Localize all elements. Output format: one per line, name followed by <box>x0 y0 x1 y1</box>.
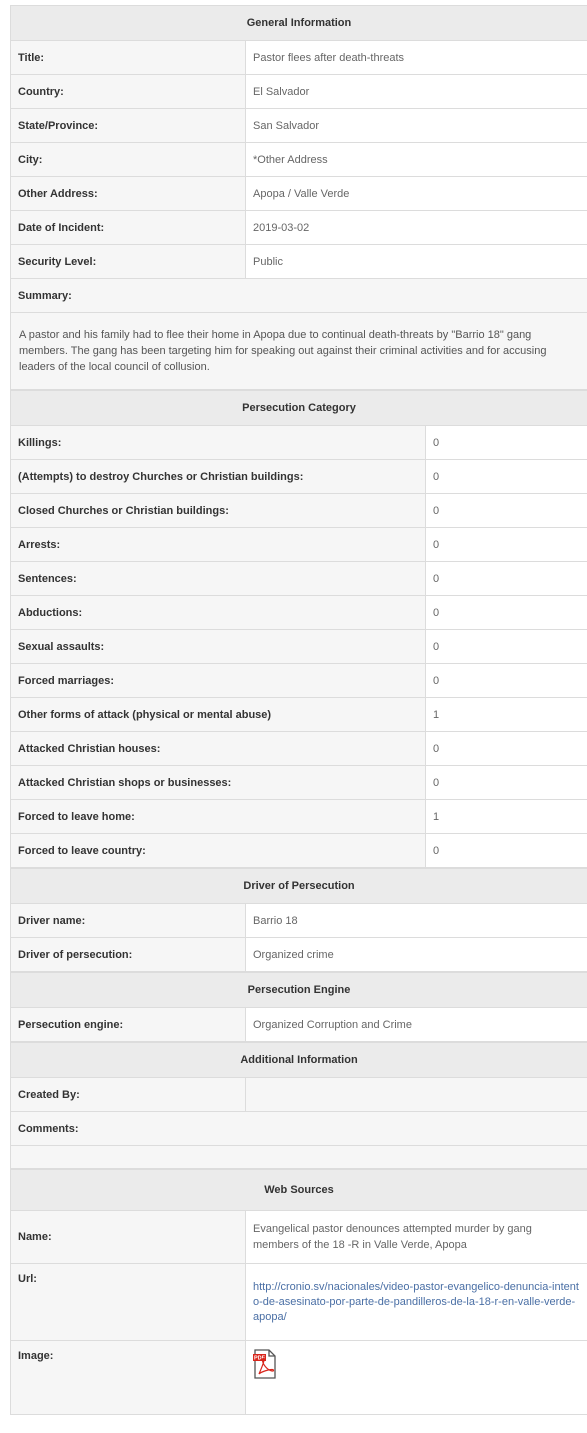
other-address-label: Other Address: <box>10 176 246 211</box>
persecution-category-table: Persecution Category Killings: 0 (Attempt… <box>9 390 587 868</box>
category-label: Other forms of attack (physical or menta… <box>10 697 426 732</box>
state-label: State/Province: <box>10 108 246 143</box>
summary-text: A pastor and his family had to flee thei… <box>10 312 587 390</box>
summary-label: Summary: <box>10 278 587 313</box>
category-label: Forced marriages: <box>10 663 426 698</box>
comments-label: Comments: <box>9 1111 587 1146</box>
engine-table: Persecution Engine Persecution engine: Or… <box>9 972 587 1042</box>
title-label: Title: <box>10 40 246 75</box>
country-value: El Salvador <box>245 74 587 109</box>
date-value: 2019-03-02 <box>245 210 587 245</box>
engine-header: Persecution Engine <box>9 972 587 1008</box>
image-label: Image: <box>10 1340 246 1415</box>
category-label: Sexual assaults: <box>10 629 426 664</box>
source-name-value: Evangelical pastor denounces attempted m… <box>245 1210 587 1264</box>
driver-of-persecution-value: Organized crime <box>244 937 587 972</box>
created-by-label: Created By: <box>10 1077 246 1112</box>
category-value: 0 <box>424 765 587 800</box>
driver-of-persecution-label: Driver of persecution: <box>10 937 246 972</box>
additional-table: Additional Information Created By: Comme… <box>9 1042 587 1169</box>
web-sources-header: Web Sources <box>10 1169 587 1211</box>
category-value: 0 <box>424 459 587 494</box>
general-information-table: General Information Title: Pastor flees a… <box>10 5 587 390</box>
date-label: Date of Incident: <box>10 210 246 245</box>
category-value: 1 <box>424 799 587 834</box>
category-label: Closed Churches or Christian buildings: <box>10 493 426 528</box>
category-value: 1 <box>424 697 587 732</box>
category-label: Arrests: <box>10 527 426 562</box>
security-level-value: Public <box>245 244 587 279</box>
driver-table: Driver of Persecution Driver name: Barrio… <box>9 868 587 972</box>
category-label: Abductions: <box>10 595 426 630</box>
category-value: 0 <box>424 425 587 460</box>
driver-name-label: Driver name: <box>10 903 246 938</box>
engine-value: Organized Corruption and Crime <box>244 1007 587 1042</box>
other-address-value: Apopa / Valle Verde <box>245 176 587 211</box>
category-label: (Attempts) to destroy Churches or Christ… <box>10 459 426 494</box>
category-value: 0 <box>424 493 587 528</box>
security-level-label: Security Level: <box>10 244 246 279</box>
source-url-link[interactable]: http://cronio.sv/nacionales/video-pastor… <box>253 1281 579 1323</box>
additional-header: Additional Information <box>9 1042 587 1078</box>
incident-detail: General Information Title: Pastor flees a… <box>9 5 587 1415</box>
category-value: 0 <box>424 629 587 664</box>
title-value: Pastor flees after death-threats <box>245 40 587 75</box>
country-label: Country: <box>10 74 246 109</box>
category-value: 0 <box>424 527 587 562</box>
category-value: 0 <box>424 731 587 766</box>
driver-name-value: Barrio 18 <box>244 903 587 938</box>
category-label: Killings: <box>10 425 426 460</box>
driver-header: Driver of Persecution <box>9 868 587 904</box>
engine-label: Persecution engine: <box>10 1007 246 1042</box>
comments-value <box>9 1145 587 1169</box>
city-value: *Other Address <box>245 142 587 177</box>
persecution-category-header: Persecution Category <box>9 390 587 426</box>
category-label: Attacked Christian shops or businesses: <box>10 765 426 800</box>
web-sources-table: Web Sources Name: Evangelical pastor deno… <box>10 1169 587 1415</box>
category-value: 0 <box>424 595 587 630</box>
created-by-value <box>244 1077 587 1112</box>
category-value: 0 <box>424 833 587 868</box>
source-url-label: Url: <box>10 1263 246 1341</box>
general-information-header: General Information <box>10 5 587 41</box>
state-value: San Salvador <box>245 108 587 143</box>
pdf-icon[interactable]: PDF <box>253 1349 276 1379</box>
city-label: City: <box>10 142 246 177</box>
category-label: Forced to leave home: <box>10 799 426 834</box>
category-value: 0 <box>424 663 587 698</box>
category-label: Sentences: <box>10 561 426 596</box>
category-label: Attacked Christian houses: <box>10 731 426 766</box>
source-name-label: Name: <box>10 1210 246 1264</box>
category-value: 0 <box>424 561 587 596</box>
category-label: Forced to leave country: <box>10 833 426 868</box>
